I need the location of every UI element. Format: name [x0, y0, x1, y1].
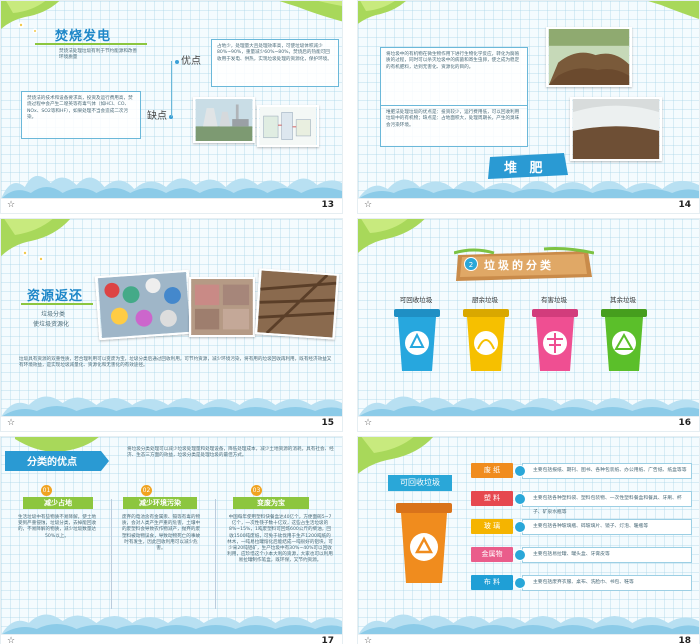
category-desc-plastic: 主要包括各种塑料袋、塑料包装物、一次性塑料餐盒和餐具、牙刷、杯子、矿泉水瓶等 — [522, 491, 692, 515]
leaf-decoration-icon — [279, 1, 342, 22]
category-paper[interactable]: 废 纸 — [471, 463, 513, 478]
slide-footer: ☆ 16 — [358, 416, 699, 431]
card-head-2: 减少环境污染 — [123, 497, 197, 509]
recyclable-bin-icon[interactable] — [394, 309, 440, 373]
card-text-1: 生活垃圾中有些物质不易降解，使土地受到严重侵蚀，垃圾分类，去掉能回收的，不易降解… — [17, 515, 97, 539]
slide-title: 堆 肥 — [504, 161, 547, 176]
other-bin-icon[interactable] — [601, 309, 647, 373]
slide-title: 可回收垃圾 — [388, 475, 452, 491]
category-desc-paper: 主要包括报纸、期刊、图书、各种包装纸、办公用纸、广告纸、纸盒等等 — [522, 463, 692, 479]
star-icon[interactable]: ☆ — [364, 636, 372, 644]
category-fabric[interactable]: 布 料 — [471, 575, 513, 590]
star-icon[interactable]: ☆ — [7, 418, 15, 428]
slide-17[interactable]: 分类的优点 将垃圾分类处理可以减少垃圾处理量和处理设备，降低处理成本，减少土地资… — [0, 436, 343, 644]
slide-number: 17 — [321, 636, 334, 644]
bin-label-recyclable: 可回收垃圾 — [399, 296, 433, 304]
bin-label-hazardous: 有害垃圾 — [541, 296, 567, 304]
slide-intro: 将垃圾分类处理可以减少垃圾处理量和处理设备，降低处理成本，减少土地资源的消耗，具… — [127, 447, 334, 459]
category-metal[interactable]: 金属物 — [471, 547, 513, 562]
leaf-decoration-icon — [358, 1, 406, 24]
card-head-3: 变废为宝 — [233, 497, 309, 509]
star-icon[interactable]: ☆ — [7, 200, 15, 210]
slide-13[interactable]: 焚烧发电 焚烧法处理垃圾有利于节约能源和改善环境质量 优点 占地少，处理量大且处… — [0, 0, 343, 214]
card-number-2: 02 — [141, 485, 152, 496]
recycled-bales-photo — [189, 277, 255, 337]
slide-title: 资源返还 — [27, 289, 84, 304]
category-desc-fabric: 主要包括废弃衣服、桌布、洗脸巾、书包、鞋等 — [522, 575, 692, 591]
slide-footer: ☆ 13 — [1, 198, 342, 213]
card-number-3: 03 — [251, 485, 262, 496]
title-underline — [21, 303, 93, 305]
compost-text-2: 堆肥法处理垃圾的优点是：投资较少，运行费用低，可以回收利用垃圾中的有机物；缺点是… — [380, 105, 528, 147]
slide-footer: ☆ 18 — [358, 634, 699, 644]
advantage-label: 优点 — [175, 52, 201, 67]
slide-body: 垃圾具有资源的双重性质，若合理利用可以变废为宝，垃圾分类后通过回收利用，可节约资… — [19, 357, 332, 369]
slide-number: 16 — [678, 418, 691, 428]
intro-text: 焚烧法处理垃圾有利于节约能源和改善环境质量 — [59, 49, 138, 61]
compost-text-1: 将垃圾中的有机物在微生物作用下进行生物化学反应，转化为腐殖质的过程，同时可以杀灭… — [380, 47, 528, 109]
kitchen-bin-icon[interactable] — [463, 309, 509, 373]
slide-number: 14 — [678, 200, 691, 210]
flower-border-icon — [1, 175, 342, 199]
card-head-1: 减少占地 — [23, 497, 93, 509]
card-text-3: 中国每年使用塑料快餐盒达40亿个，方便面碗5~7亿个，一次性筷子数十亿双，这些占… — [227, 515, 333, 564]
hazardous-bin-icon[interactable] — [532, 309, 578, 373]
flower-border-icon — [358, 396, 699, 417]
category-glass[interactable]: 玻 璃 — [471, 519, 513, 534]
section-badge: 2 — [464, 257, 478, 271]
metal-icon — [514, 549, 526, 561]
flower-border-icon — [1, 396, 342, 417]
slide-title: 分类的优点 — [27, 457, 77, 468]
slide-16[interactable]: 2 垃圾的分类 可回收垃圾 厨余垃圾 有害垃圾 其余垃圾 ☆ 16 — [357, 218, 700, 432]
leaf-decoration-icon — [358, 219, 425, 253]
divider — [111, 499, 112, 609]
title-underline — [35, 43, 147, 45]
flower-border-icon — [1, 614, 342, 635]
bin-label-other: 其余垃圾 — [610, 296, 636, 304]
slide-number: 18 — [678, 636, 691, 644]
star-icon[interactable]: ☆ — [364, 200, 372, 210]
compost-cover-photo — [570, 97, 662, 161]
recyclable-bin-icon — [396, 503, 452, 583]
star-icon[interactable]: ☆ — [7, 636, 15, 644]
slide-18[interactable]: 可回收垃圾 主要包括报纸、期刊、图书、各种包装纸、办公用纸、广告纸、纸盒等等 废… — [357, 436, 700, 644]
slide-title: 垃圾的分类 — [484, 259, 554, 272]
category-desc-metal: 主要包括易拉罐、罐头盒、牙膏皮等 — [522, 547, 692, 563]
bin-label-kitchen: 厨余垃圾 — [472, 296, 498, 304]
card-text-2: 废弃的电池含有金属汞、镉等有毒的物质，会对人类产生严重的危害，土壤中的废塑料会导… — [121, 515, 201, 552]
slide-number: 15 — [321, 418, 334, 428]
slide-number: 13 — [321, 200, 334, 210]
glass-icon — [514, 521, 526, 533]
slide-footer: ☆ 14 — [358, 198, 699, 213]
card-number-1: 01 — [41, 485, 52, 496]
slide-15[interactable]: 资源返还 垃圾分类 使垃圾资源化 垃圾具有资源的双重性质，若合理利用可以变废为宝… — [0, 218, 343, 432]
divider — [215, 499, 216, 609]
disadvantage-box: 焚烧法的技术和设备要求高，投资及运行费用高，焚烧过程中会产生二噁英等有毒气体（如… — [21, 91, 141, 139]
leaf-decoration-icon — [1, 219, 71, 262]
scrap-wood-photo — [254, 268, 340, 340]
power-plant-photo — [193, 97, 255, 143]
incinerator-diagram — [257, 105, 319, 147]
paper-icon — [514, 465, 526, 477]
slide-14[interactable]: 将垃圾中的有机物在微生物作用下进行生物化学反应，转化为腐殖质的过程，同时可以杀灭… — [357, 0, 700, 214]
subtitle-line-2: 使垃圾资源化 — [33, 321, 70, 328]
advantage-box: 占地少，处理量大且处理效率高，可使垃圾体积减少80%~90%，重量减少60%~8… — [211, 39, 339, 87]
slide-title: 焚烧发电 — [55, 29, 112, 44]
bullet-dot-icon — [175, 60, 179, 64]
star-icon[interactable]: ☆ — [364, 418, 372, 428]
subtitle-line-1: 垃圾分类 — [41, 311, 66, 318]
connector-line — [171, 61, 172, 117]
plastic-bottles-photo — [94, 269, 194, 341]
flower-border-icon — [358, 614, 699, 635]
fabric-icon — [514, 577, 526, 589]
compost-pile-photo — [546, 27, 632, 87]
slide-footer: ☆ 15 — [1, 416, 342, 431]
slide-footer: ☆ 17 — [1, 634, 342, 644]
plastic-icon — [514, 493, 526, 505]
category-desc-glass: 主要包括各种玻璃瓶、碎玻璃片、镜子、灯泡、暖瓶等 — [522, 519, 692, 535]
category-plastic[interactable]: 塑 料 — [471, 491, 513, 506]
